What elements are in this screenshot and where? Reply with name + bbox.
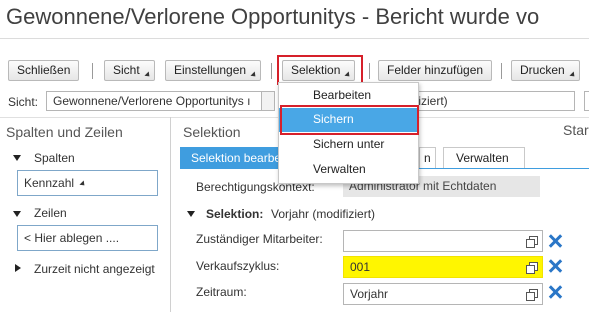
window-title: Gewonnene/Verlorene Opportunitys - Beric…: [6, 4, 540, 29]
toolbar-separator: [92, 63, 93, 79]
period-input[interactable]: Vorjahr: [343, 283, 543, 305]
sales-cycle-label: Verkaufszyklus:: [196, 259, 280, 273]
rows-label: Zeilen: [34, 206, 67, 220]
sales-cycle-value: 001: [350, 260, 371, 274]
toolbar-separator: [501, 63, 502, 79]
selection-header-label: Selektion:: [206, 207, 264, 221]
view-button[interactable]: Sicht: [104, 60, 155, 81]
sales-cycle-input[interactable]: 001: [343, 256, 543, 278]
responsible-employee-label: Zuständiger Mitarbeiter:: [196, 232, 323, 246]
selection-panel-title: Selektion: [183, 124, 241, 140]
settings-button-label: Einstellungen: [174, 63, 247, 77]
collapse-triangle-icon[interactable]: [13, 155, 21, 161]
view-select-toggle[interactable]: [261, 91, 275, 111]
clear-icon[interactable]: [548, 234, 562, 248]
expand-triangle-icon[interactable]: [15, 264, 21, 272]
dropdown-caret-icon[interactable]: [79, 180, 87, 188]
title-divider: [0, 38, 589, 39]
copy-icon[interactable]: [526, 236, 538, 248]
columns-rows-panel-title: Spalten und Zeilen: [6, 124, 123, 140]
view-select[interactable]: Gewonnene/Verlorene Opportunitys ı: [46, 91, 262, 111]
tab-partially-hidden[interactable]: n: [419, 147, 436, 169]
copy-icon[interactable]: [526, 289, 538, 301]
rows-drop-zone[interactable]: < Hier ablegen ....: [17, 225, 158, 251]
print-button[interactable]: Drucken: [511, 60, 580, 81]
selection-button-highlight: [277, 55, 363, 85]
toolbar-separator: [271, 63, 272, 79]
clear-icon[interactable]: [548, 259, 562, 273]
close-button-label: Schließen: [17, 63, 71, 77]
view-extra-control[interactable]: [584, 91, 589, 111]
menu-item-save-as[interactable]: Sichern unter: [279, 133, 418, 157]
save-item-highlight: [280, 105, 419, 135]
add-fields-button-label: Felder hinzufügen: [387, 63, 484, 77]
close-button[interactable]: Schließen: [8, 60, 80, 81]
add-fields-button[interactable]: Felder hinzufügen: [378, 60, 493, 81]
collapse-triangle-icon[interactable]: [187, 211, 195, 217]
period-label: Zeitraum:: [196, 285, 247, 299]
tab-edit-selection[interactable]: Selektion bearbeiten: [180, 147, 286, 169]
columns-value: Kennzahl: [24, 176, 75, 190]
dropdown-caret-icon: [144, 71, 152, 79]
view-status-text: fiziert): [410, 91, 575, 111]
view-label: Sicht:: [8, 95, 39, 109]
dropdown-caret-icon: [250, 71, 258, 79]
hidden-fields-label[interactable]: Zurzeit nicht angezeigt: [34, 262, 155, 276]
print-button-label: Drucken: [520, 63, 565, 77]
clear-icon[interactable]: [548, 285, 562, 299]
panel-vertical-divider: [170, 117, 171, 312]
columns-drop-zone[interactable]: Kennzahl: [17, 170, 158, 196]
responsible-employee-input[interactable]: [343, 230, 543, 252]
toolbar-separator: [369, 63, 370, 79]
start-panel-title-partial: Star: [563, 122, 589, 138]
period-value: Vorjahr: [350, 287, 389, 301]
menu-item-manage[interactable]: Verwalten: [279, 158, 418, 182]
selection-header-value: Vorjahr (modifiziert): [271, 207, 376, 221]
collapse-triangle-icon[interactable]: [13, 211, 21, 217]
rows-placeholder: < Hier ablegen ....: [24, 231, 120, 245]
settings-button[interactable]: Einstellungen: [165, 60, 262, 81]
dropdown-caret-icon: [569, 71, 577, 79]
copy-icon[interactable]: [526, 262, 538, 274]
tab-manage[interactable]: Verwalten: [443, 147, 525, 169]
view-button-label: Sicht: [113, 63, 140, 77]
columns-label: Spalten: [34, 151, 75, 165]
